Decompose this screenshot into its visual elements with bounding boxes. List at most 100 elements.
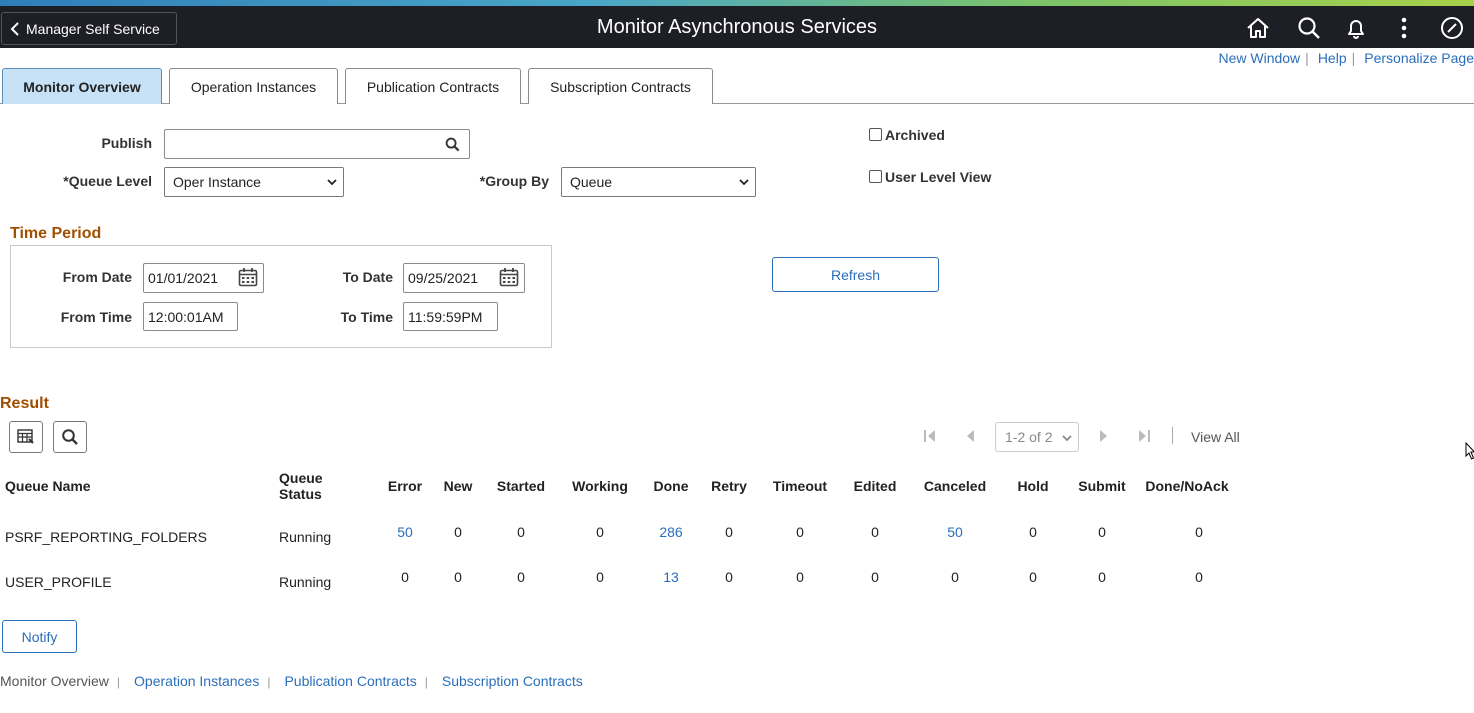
grid-settings-icon	[17, 429, 34, 444]
column-header-error[interactable]: Error	[375, 478, 435, 494]
queue-name-cell: USER_PROFILE	[5, 574, 112, 590]
from-time-value: 12:00:01AM	[148, 308, 224, 325]
first-page-icon[interactable]	[923, 429, 937, 443]
canceled-count-link[interactable]: 50	[925, 524, 985, 540]
queue-status-line1: Queue	[279, 470, 323, 486]
chevron-down-icon	[327, 179, 337, 186]
done-count-link[interactable]: 13	[641, 569, 701, 585]
chevron-down-icon	[739, 179, 749, 186]
publish-label: Publish	[101, 135, 152, 151]
last-page-icon[interactable]	[1137, 429, 1151, 443]
notify-button[interactable]: Notify	[2, 620, 77, 653]
bottom-link-subscription-contracts[interactable]: Subscription Contracts	[442, 673, 583, 689]
chevron-down-icon	[1062, 435, 1072, 442]
notification-bell-icon[interactable]	[1343, 15, 1369, 41]
app-header: Manager Self Service Monitor Asynchronou…	[0, 6, 1474, 48]
tab-publication-contracts[interactable]: Publication Contracts	[345, 68, 521, 104]
lookup-icon[interactable]	[445, 137, 460, 152]
publish-input[interactable]	[164, 129, 470, 159]
user-level-view-label: User Level View	[885, 169, 992, 185]
error-count-link[interactable]: 50	[375, 524, 435, 540]
navbar-compass-icon[interactable]	[1439, 15, 1465, 41]
calendar-icon[interactable]	[238, 267, 258, 287]
previous-page-icon[interactable]	[964, 429, 976, 443]
queue-name-cell: PSRF_REPORTING_FOLDERS	[5, 529, 208, 545]
personalize-page-link[interactable]: Personalize Page	[1364, 50, 1474, 66]
next-page-icon[interactable]	[1098, 429, 1110, 443]
result-title: Result	[0, 395, 49, 412]
from-time-label: From Time	[60, 309, 132, 325]
calendar-icon[interactable]	[499, 267, 519, 287]
column-header-new[interactable]: New	[428, 478, 488, 494]
bottom-link-operation-instances[interactable]: Operation Instances	[134, 673, 259, 689]
group-by-value: Queue	[570, 174, 613, 190]
page-range-select[interactable]: 1-2 of 2	[995, 422, 1079, 452]
new-count: 0	[454, 524, 462, 540]
time-period-title: Time Period	[10, 225, 102, 242]
queue-status-cell: Running	[279, 574, 332, 590]
edited-count: 0	[871, 569, 879, 585]
queue-status-line2: Status	[279, 486, 322, 502]
column-header-retry[interactable]: Retry	[699, 478, 759, 494]
find-in-grid-button[interactable]	[53, 421, 87, 453]
column-header-queue-name[interactable]: Queue Name	[5, 478, 91, 494]
to-time-label: To Time	[340, 309, 393, 325]
time-period-box	[10, 245, 552, 348]
archived-label: Archived	[885, 127, 945, 143]
column-header-working[interactable]: Working	[560, 478, 640, 494]
to-time-input[interactable]: 11:59:59PM	[403, 302, 498, 331]
page-links: New Window | Help | Personalize Page	[1218, 50, 1474, 66]
working-count: 0	[596, 569, 604, 585]
column-header-done-noack[interactable]: Done/NoAck	[1137, 478, 1237, 494]
started-count: 0	[517, 524, 525, 540]
home-icon[interactable]	[1245, 15, 1271, 41]
from-time-input[interactable]: 12:00:01AM	[143, 302, 238, 331]
column-header-edited[interactable]: Edited	[845, 478, 905, 494]
search-icon	[62, 429, 78, 445]
column-header-canceled[interactable]: Canceled	[910, 478, 1000, 494]
from-date-label: From Date	[62, 269, 132, 285]
view-all-link[interactable]: View All	[1191, 429, 1240, 445]
search-icon[interactable]	[1296, 15, 1322, 41]
personalize-grid-button[interactable]	[9, 421, 43, 453]
timeout-count: 0	[796, 569, 804, 585]
archived-checkbox[interactable]	[869, 128, 882, 141]
queue-level-label: *Queue Level	[63, 173, 152, 189]
tab-operation-instances[interactable]: Operation Instances	[169, 68, 338, 104]
done-noack-count: 0	[1195, 524, 1203, 540]
column-header-timeout[interactable]: Timeout	[760, 478, 840, 494]
new-window-link[interactable]: New Window	[1218, 50, 1300, 66]
queue-status-cell: Running	[279, 529, 332, 545]
hold-count: 0	[1029, 569, 1037, 585]
user-level-view-checkbox[interactable]	[869, 170, 882, 183]
canceled-count: 0	[951, 569, 959, 585]
column-header-submit[interactable]: Submit	[1072, 478, 1132, 494]
bottom-link-publication-contracts[interactable]: Publication Contracts	[284, 673, 416, 689]
retry-count: 0	[725, 569, 733, 585]
to-time-value: 11:59:59PM	[408, 308, 483, 325]
pager-divider	[1172, 427, 1173, 444]
help-link[interactable]: Help	[1318, 50, 1347, 66]
done-noack-count: 0	[1195, 569, 1203, 585]
working-count: 0	[596, 524, 604, 540]
new-count: 0	[454, 569, 462, 585]
to-date-label: To Date	[342, 269, 393, 285]
group-by-select[interactable]: Queue	[561, 167, 756, 197]
bottom-tab-links: Monitor Overview | Operation Instances | Pub…	[0, 673, 583, 689]
to-date-value: 09/25/2021	[408, 270, 479, 286]
actions-menu-icon[interactable]	[1391, 15, 1417, 41]
bottom-link-monitor-overview: Monitor Overview	[0, 673, 109, 689]
edited-count: 0	[871, 524, 879, 540]
queue-level-value: Oper Instance	[173, 174, 261, 190]
tab-subscription-contracts[interactable]: Subscription Contracts	[528, 68, 713, 104]
column-header-queue-status[interactable]: Queue Status	[279, 470, 323, 502]
refresh-button[interactable]: Refresh	[772, 257, 939, 292]
tab-monitor-overview[interactable]: Monitor Overview	[2, 68, 162, 104]
column-header-done[interactable]: Done	[641, 478, 701, 494]
error-count: 0	[401, 569, 409, 585]
done-count-link[interactable]: 286	[641, 524, 701, 540]
column-header-hold[interactable]: Hold	[1003, 478, 1063, 494]
column-header-started[interactable]: Started	[491, 478, 551, 494]
queue-level-select[interactable]: Oper Instance	[164, 167, 344, 197]
retry-count: 0	[725, 524, 733, 540]
